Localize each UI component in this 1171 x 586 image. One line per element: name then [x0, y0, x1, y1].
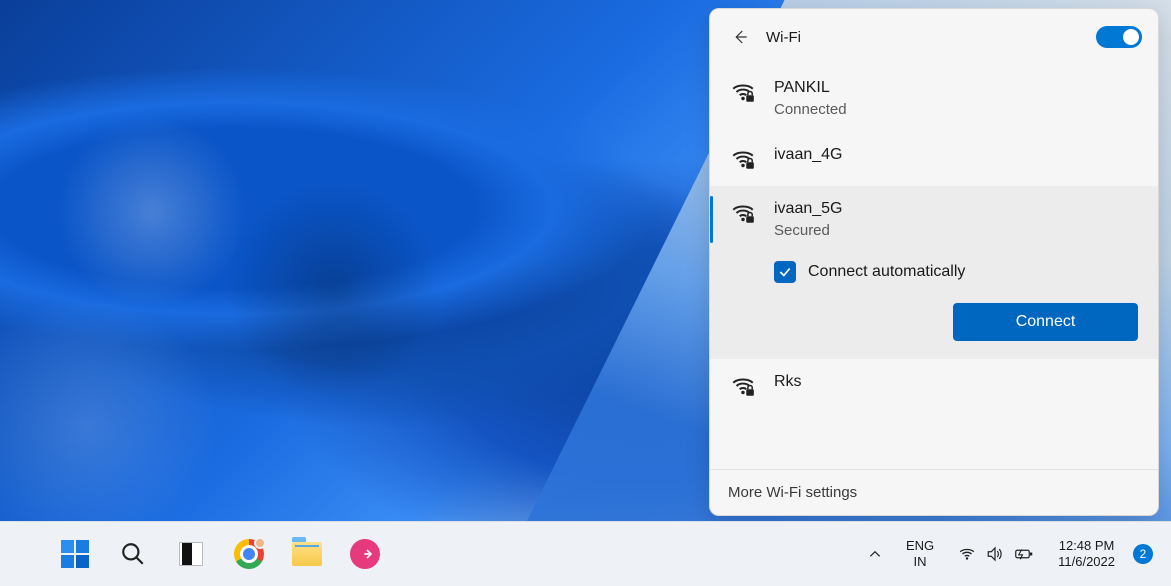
wifi-secure-icon	[730, 79, 756, 105]
language-line1: ENG	[906, 538, 934, 554]
wifi-flyout-panel: Wi-Fi PANKIL	[709, 8, 1159, 516]
back-button[interactable]	[726, 23, 754, 51]
wifi-panel-header: Wi-Fi	[710, 9, 1158, 65]
desktop: Wi-Fi PANKIL	[0, 0, 1171, 586]
task-view-button[interactable]	[172, 535, 210, 573]
clock-date: 11/6/2022	[1058, 554, 1115, 570]
system-tray: ENG IN	[862, 534, 1153, 573]
windows-logo-icon	[61, 540, 89, 568]
file-explorer-icon	[292, 542, 322, 566]
language-line2: IN	[914, 554, 927, 570]
wifi-toggle[interactable]	[1096, 26, 1142, 48]
wifi-network-item-selected[interactable]: ivaan_5G Secured	[710, 186, 1158, 253]
checkmark-icon	[778, 265, 792, 279]
pinned-app-button[interactable]	[346, 535, 384, 573]
auto-connect-checkbox[interactable]	[774, 261, 796, 283]
taskbar: ENG IN	[0, 521, 1171, 586]
back-icon	[731, 28, 749, 46]
start-button[interactable]	[56, 535, 94, 573]
wifi-network-name: PANKIL	[774, 79, 1138, 97]
auto-connect-row[interactable]: Connect automatically	[774, 261, 1138, 283]
battery-icon	[1014, 545, 1034, 563]
wifi-network-item[interactable]: PANKIL Connected	[710, 65, 1158, 132]
wifi-network-name: ivaan_5G	[774, 200, 1138, 218]
chrome-icon	[234, 539, 264, 569]
language-indicator[interactable]: ENG IN	[902, 534, 938, 573]
clock-time: 12:48 PM	[1059, 538, 1115, 554]
wifi-network-list[interactable]: PANKIL Connected ivaan	[710, 65, 1158, 469]
search-button[interactable]	[114, 535, 152, 573]
wifi-icon	[958, 545, 976, 563]
wifi-network-name: Rks	[774, 373, 1138, 391]
wifi-network-name: ivaan_4G	[774, 146, 1138, 164]
taskbar-pinned-apps	[56, 535, 384, 573]
wifi-network-item[interactable]: Rks	[710, 359, 1158, 413]
wifi-network-expanded: Connect automatically Connect	[710, 253, 1158, 359]
wifi-secure-icon	[730, 200, 756, 226]
auto-connect-label: Connect automatically	[808, 263, 965, 281]
notification-badge[interactable]: 2	[1133, 544, 1153, 564]
wifi-panel-title: Wi-Fi	[766, 29, 801, 46]
app-icon	[350, 539, 380, 569]
wifi-secure-icon	[730, 373, 756, 399]
more-wifi-settings-link[interactable]: More Wi-Fi settings	[710, 469, 1158, 515]
chrome-app-button[interactable]	[230, 535, 268, 573]
wifi-network-status: Secured	[774, 222, 1138, 239]
wifi-network-status: Connected	[774, 101, 1138, 118]
wifi-network-item[interactable]: ivaan_4G	[710, 132, 1158, 186]
tray-overflow-button[interactable]	[862, 543, 888, 565]
search-icon	[120, 541, 146, 567]
connect-button[interactable]: Connect	[953, 303, 1138, 341]
task-view-icon	[179, 542, 203, 566]
wifi-secure-icon	[730, 146, 756, 172]
file-explorer-button[interactable]	[288, 535, 326, 573]
volume-icon	[986, 545, 1004, 563]
clock[interactable]: 12:48 PM 11/6/2022	[1054, 534, 1119, 573]
chevron-up-icon	[868, 547, 882, 561]
quick-settings-button[interactable]	[952, 541, 1040, 567]
